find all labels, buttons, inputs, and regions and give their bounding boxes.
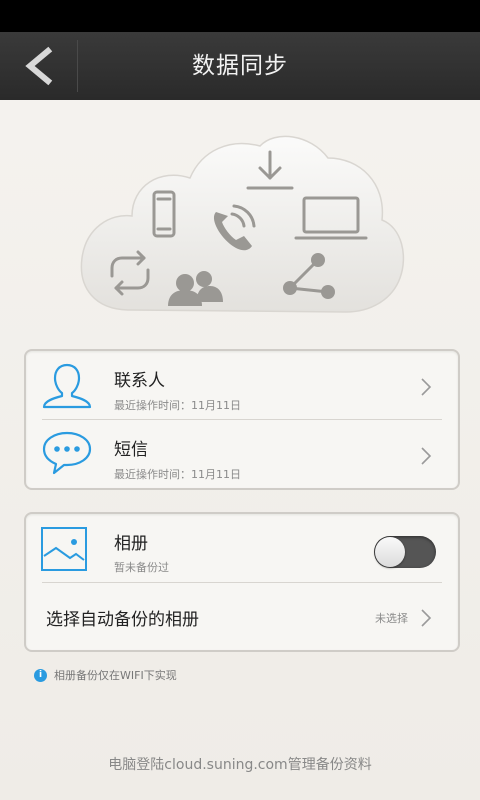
sync-items-card: 联系人 最近操作时间：11月11日 短信 最近操作时间：11月11日 [24,349,460,490]
contacts-label: 联系人 [114,371,165,391]
page-title: 数据同步 [192,53,288,79]
title-bar: 数据同步 [0,32,480,100]
album-row: 相册 暂未备份过 [26,514,458,582]
sms-last-sync: 最近操作时间：11月11日 [114,468,241,481]
sms-row[interactable]: 短信 最近操作时间：11月11日 [26,420,458,486]
toggle-knob [375,537,405,567]
album-status: 暂未备份过 [114,561,169,574]
select-album-label: 选择自动备份的相册 [46,610,199,630]
footer-text: 电脑登陆cloud.suning.com管理备份资料 [108,757,372,773]
sms-label: 短信 [114,440,148,460]
contacts-row[interactable]: 联系人 最近操作时间：11月11日 [26,351,458,419]
contact-person-icon [42,363,92,409]
photo-album-icon [41,527,87,571]
info-icon: i [34,668,47,682]
wifi-note: i 相册备份仅在WIFI下实现 [34,667,177,683]
select-album-value: 未选择 [375,612,408,625]
album-card: 相册 暂未备份过 选择自动备份的相册 未选择 [24,512,460,652]
chevron-right-icon [421,378,432,396]
select-album-row[interactable]: 选择自动备份的相册 未选择 [26,583,458,648]
status-bar [0,0,480,32]
contacts-last-sync: 最近操作时间：11月11日 [114,399,241,412]
chat-bubble-icon [42,431,92,475]
cloud-sync-illustration [80,135,405,313]
album-label: 相册 [114,534,148,554]
chevron-right-icon [421,447,432,465]
album-backup-toggle[interactable] [374,536,436,568]
chevron-right-icon [421,609,432,627]
